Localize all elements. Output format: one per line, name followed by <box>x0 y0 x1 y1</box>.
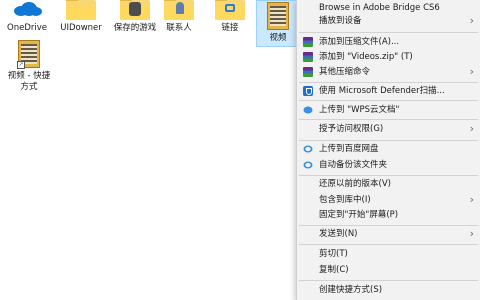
defender-icon <box>303 86 313 96</box>
menu-item-label: 其他压缩命令 <box>319 67 371 77</box>
menu-item-label: 剪切(T) <box>319 249 348 259</box>
folder-icon <box>66 0 96 20</box>
winrar-icon <box>303 52 313 62</box>
menu-separator <box>299 119 478 120</box>
baidu-netdisk-icon <box>303 161 313 169</box>
menu-item-auto-backup[interactable]: 自动备份该文件夹 <box>297 157 480 173</box>
menu-item-label: 发送到(N) <box>319 229 358 239</box>
desktop-icon-label: 链接 <box>221 23 239 33</box>
menu-item-label: 授予访问权限(G) <box>319 124 384 134</box>
menu-item-send-to[interactable]: 发送到(N) › <box>297 226 480 242</box>
menu-item-label: 上传到百度网盘 <box>319 144 379 154</box>
chevron-right-icon: › <box>469 122 474 135</box>
menu-item-label: 添加到压缩文件(A)... <box>319 37 400 47</box>
chevron-right-icon: › <box>469 227 474 240</box>
menu-item-create-shortcut[interactable]: 创建快捷方式(S) <box>297 282 480 298</box>
wps-cloud-icon <box>303 106 313 114</box>
winrar-icon <box>303 37 313 47</box>
menu-item-label: 包含到库中(I) <box>319 195 371 205</box>
chevron-right-icon: › <box>469 193 474 206</box>
menu-item-pin-to-start[interactable]: 固定到"开始"屏幕(P) <box>297 207 480 223</box>
video-folder-icon <box>267 2 289 30</box>
chevron-right-icon: › <box>469 14 474 27</box>
chevron-right-icon: › <box>469 65 474 78</box>
menu-item-add-to-archive[interactable]: 添加到压缩文件(A)... <box>297 34 480 50</box>
menu-item-label: 使用 Microsoft Defender扫描... <box>319 86 445 96</box>
context-menu: Browse in Adobe Bridge CS6 播放到设备 › 添加到压缩… <box>296 0 480 300</box>
contacts-icon <box>164 0 194 20</box>
menu-item-grant-access[interactable]: 授予访问权限(G) › <box>297 121 480 137</box>
onedrive-icon <box>12 0 42 20</box>
menu-item-label: 创建快捷方式(S) <box>319 285 383 295</box>
menu-separator <box>299 244 478 245</box>
desktop-icon-label: 视频 <box>269 33 287 43</box>
winrar-icon <box>303 67 313 77</box>
desktop-icon-uidowner[interactable]: UIDowner <box>50 0 112 36</box>
video-shortcut-icon: ↗ <box>17 40 40 69</box>
menu-separator <box>299 280 478 281</box>
desktop-icon-label-line2: 方式 <box>20 82 38 92</box>
menu-item-label: 播放到设备 <box>319 16 362 26</box>
menu-item-cut[interactable]: 剪切(T) <box>297 246 480 262</box>
menu-item-upload-wps[interactable]: 上传到 "WPS云文档" <box>297 102 480 118</box>
menu-separator <box>299 32 478 33</box>
desktop-icon-videos[interactable]: 视频 <box>256 0 300 47</box>
menu-item-label: 固定到"开始"屏幕(P) <box>319 210 399 220</box>
desktop-icon-label: UIDowner <box>60 23 102 33</box>
menu-item-label: 添加到 "Videos.zip" (T) <box>319 52 413 62</box>
baidu-netdisk-icon <box>303 145 313 153</box>
desktop-icon-label: OneDrive <box>7 23 47 33</box>
menu-item-cast-to-device[interactable]: 播放到设备 › <box>297 13 480 29</box>
menu-item-add-to-videos-zip[interactable]: 添加到 "Videos.zip" (T) <box>297 49 480 65</box>
saved-games-icon <box>120 0 150 20</box>
menu-item-label: 复制(C) <box>319 265 349 275</box>
menu-item-other-compress[interactable]: 其他压缩命令 › <box>297 64 480 80</box>
menu-item-restore-versions[interactable]: 还原以前的版本(V) <box>297 176 480 192</box>
menu-item-upload-baidu[interactable]: 上传到百度网盘 <box>297 141 480 157</box>
menu-item-label: 还原以前的版本(V) <box>319 179 391 189</box>
menu-item-defender-scan[interactable]: 使用 Microsoft Defender扫描... <box>297 83 480 99</box>
desktop-icon-links[interactable]: 链接 <box>199 0 261 36</box>
menu-item-label: 自动备份该文件夹 <box>319 160 388 170</box>
menu-item-label: 上传到 "WPS云文档" <box>319 105 400 115</box>
menu-item-copy[interactable]: 复制(C) <box>297 262 480 278</box>
desktop-icon-videos-shortcut[interactable]: ↗ 视频 - 快捷 方式 <box>0 40 60 95</box>
desktop-icon-label: 视频 - 快捷 <box>7 71 51 81</box>
menu-item-include-in-library[interactable]: 包含到库中(I) › <box>297 192 480 208</box>
menu-item-label: Browse in Adobe Bridge CS6 <box>319 3 440 13</box>
links-icon <box>215 0 245 20</box>
menu-separator <box>299 100 478 101</box>
